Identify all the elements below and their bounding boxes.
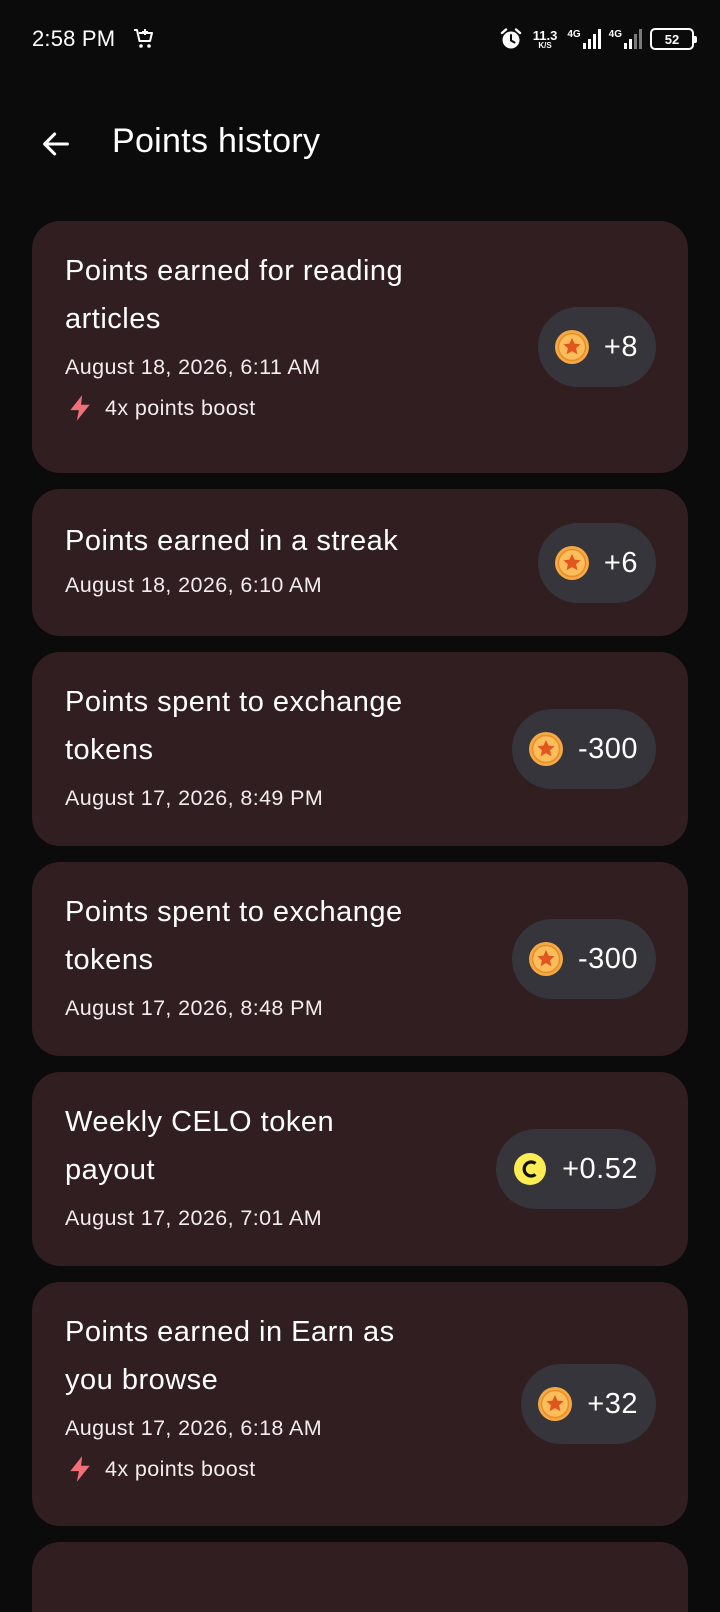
points-boost: 4x points boost <box>65 1455 485 1483</box>
amount-pill[interactable]: -300 <box>511 709 656 789</box>
title-line: Weekly CELO token <box>65 1106 335 1138</box>
title-line: Points earned for reading <box>65 255 404 287</box>
history-item-info: Points spent to exchange tokens August 1… <box>65 888 485 1021</box>
history-item-date: August 17, 2026, 7:01 AM <box>65 1206 323 1230</box>
lightning-bolt-icon <box>70 1456 90 1482</box>
history-item-title: Weekly CELO token payout <box>65 1098 485 1194</box>
history-item-date: August 18, 2026, 6:11 AM <box>65 355 321 379</box>
points-boost: 4x points boost <box>65 394 485 422</box>
celo-icon <box>514 1153 547 1185</box>
title-line: Points earned in a streak <box>65 525 399 557</box>
star-coin-icon <box>538 1387 573 1421</box>
boost-label: 4x points boost <box>105 1456 256 1481</box>
title-line: Points earned in Earn as <box>65 1316 395 1348</box>
history-item-info: Points earned in Earn as you browse Augu… <box>65 1308 485 1483</box>
history-item[interactable]: Weekly CELO token payout August 17, 2026… <box>32 1072 688 1266</box>
history-item-date: August 17, 2026, 8:48 PM <box>65 996 324 1020</box>
history-item-info: Points earned for reading articles Augus… <box>65 247 485 422</box>
app-header: Points history <box>0 100 720 188</box>
network-speed-value: 11.3 <box>532 27 558 43</box>
status-bar: 2:58 PM 11.3 K/S 4G 4G 52 <box>0 0 720 80</box>
title-line: articles <box>65 303 161 335</box>
alarm-icon <box>500 28 521 49</box>
history-item-info: Points earned in a streak August 18, 202… <box>65 517 485 598</box>
battery-icon: 52 <box>650 28 697 50</box>
history-item-date: August 18, 2026, 6:10 AM <box>65 573 323 597</box>
amount-value: +6 <box>603 546 638 579</box>
title-line: tokens <box>65 944 154 976</box>
amount-pill[interactable]: +8 <box>537 307 656 387</box>
amount-value: -300 <box>577 942 638 975</box>
history-item-title: Points earned in a streak <box>65 517 485 565</box>
network-speed-unit: K/S <box>538 40 552 50</box>
history-item-title: Points earned in Earn as you browse <box>65 1308 485 1404</box>
history-item[interactable]: Points spent to exchange tokens August 1… <box>32 652 688 846</box>
history-item-title: Points spent to exchange tokens <box>65 678 485 774</box>
history-item-date: August 17, 2026, 6:18 AM <box>65 1416 323 1440</box>
shopping-cart-icon <box>134 29 153 48</box>
signal-1: 4G <box>567 29 601 49</box>
amount-value: +0.52 <box>562 1152 638 1185</box>
history-item-date: August 17, 2026, 8:49 PM <box>65 786 324 810</box>
history-item[interactable]: Points earned in Earn as you browse Augu… <box>32 1282 688 1526</box>
history-item-title: Points earned for reading articles <box>65 247 485 343</box>
signal-2: 4G <box>609 29 642 49</box>
amount-pill[interactable]: -300 <box>511 919 656 999</box>
star-coin-icon <box>554 330 589 364</box>
lightning-bolt-icon <box>70 395 90 421</box>
page-title: Points history <box>112 122 321 160</box>
boost-label: 4x points boost <box>105 395 256 420</box>
signal-icon <box>582 29 601 49</box>
title-line: Points spent to exchange <box>65 896 403 928</box>
history-item-info: Weekly CELO token payout August 17, 2026… <box>65 1098 485 1231</box>
network-speed: 11.3 K/S <box>533 29 558 50</box>
amount-value: +32 <box>587 1387 638 1420</box>
status-icons: 11.3 K/S 4G 4G 52 <box>499 24 697 54</box>
history-item[interactable]: Points earned in a streak August 18, 202… <box>32 489 688 636</box>
history-item-partial[interactable] <box>32 1542 688 1612</box>
network-type-2: 4G <box>608 29 622 40</box>
history-item-title: Points spent to exchange tokens <box>65 888 485 984</box>
title-line: Points spent to exchange <box>65 686 403 718</box>
amount-value: -300 <box>577 732 638 765</box>
title-line: tokens <box>65 734 154 766</box>
network-type-1: 4G <box>567 29 581 40</box>
star-coin-icon <box>528 732 563 766</box>
signal-icon <box>624 29 642 49</box>
status-time: 2:58 PM <box>32 26 116 51</box>
amount-pill[interactable]: +6 <box>537 523 656 603</box>
amount-value: +8 <box>603 330 638 363</box>
history-item[interactable]: Points spent to exchange tokens August 1… <box>32 862 688 1056</box>
amount-pill[interactable]: +32 <box>521 1364 656 1444</box>
history-list: Points earned for reading articles Augus… <box>32 221 688 1612</box>
battery-level: 52 <box>664 31 680 47</box>
history-item-info: Points spent to exchange tokens August 1… <box>65 678 485 811</box>
amount-pill[interactable]: +0.52 <box>496 1129 656 1209</box>
back-button[interactable] <box>32 120 80 168</box>
star-coin-icon <box>554 546 589 580</box>
arrow-left-icon <box>43 132 69 156</box>
title-line: payout <box>65 1154 156 1186</box>
star-coin-icon <box>528 942 563 976</box>
title-line: you browse <box>65 1364 219 1396</box>
history-item[interactable]: Points earned for reading articles Augus… <box>32 221 688 473</box>
